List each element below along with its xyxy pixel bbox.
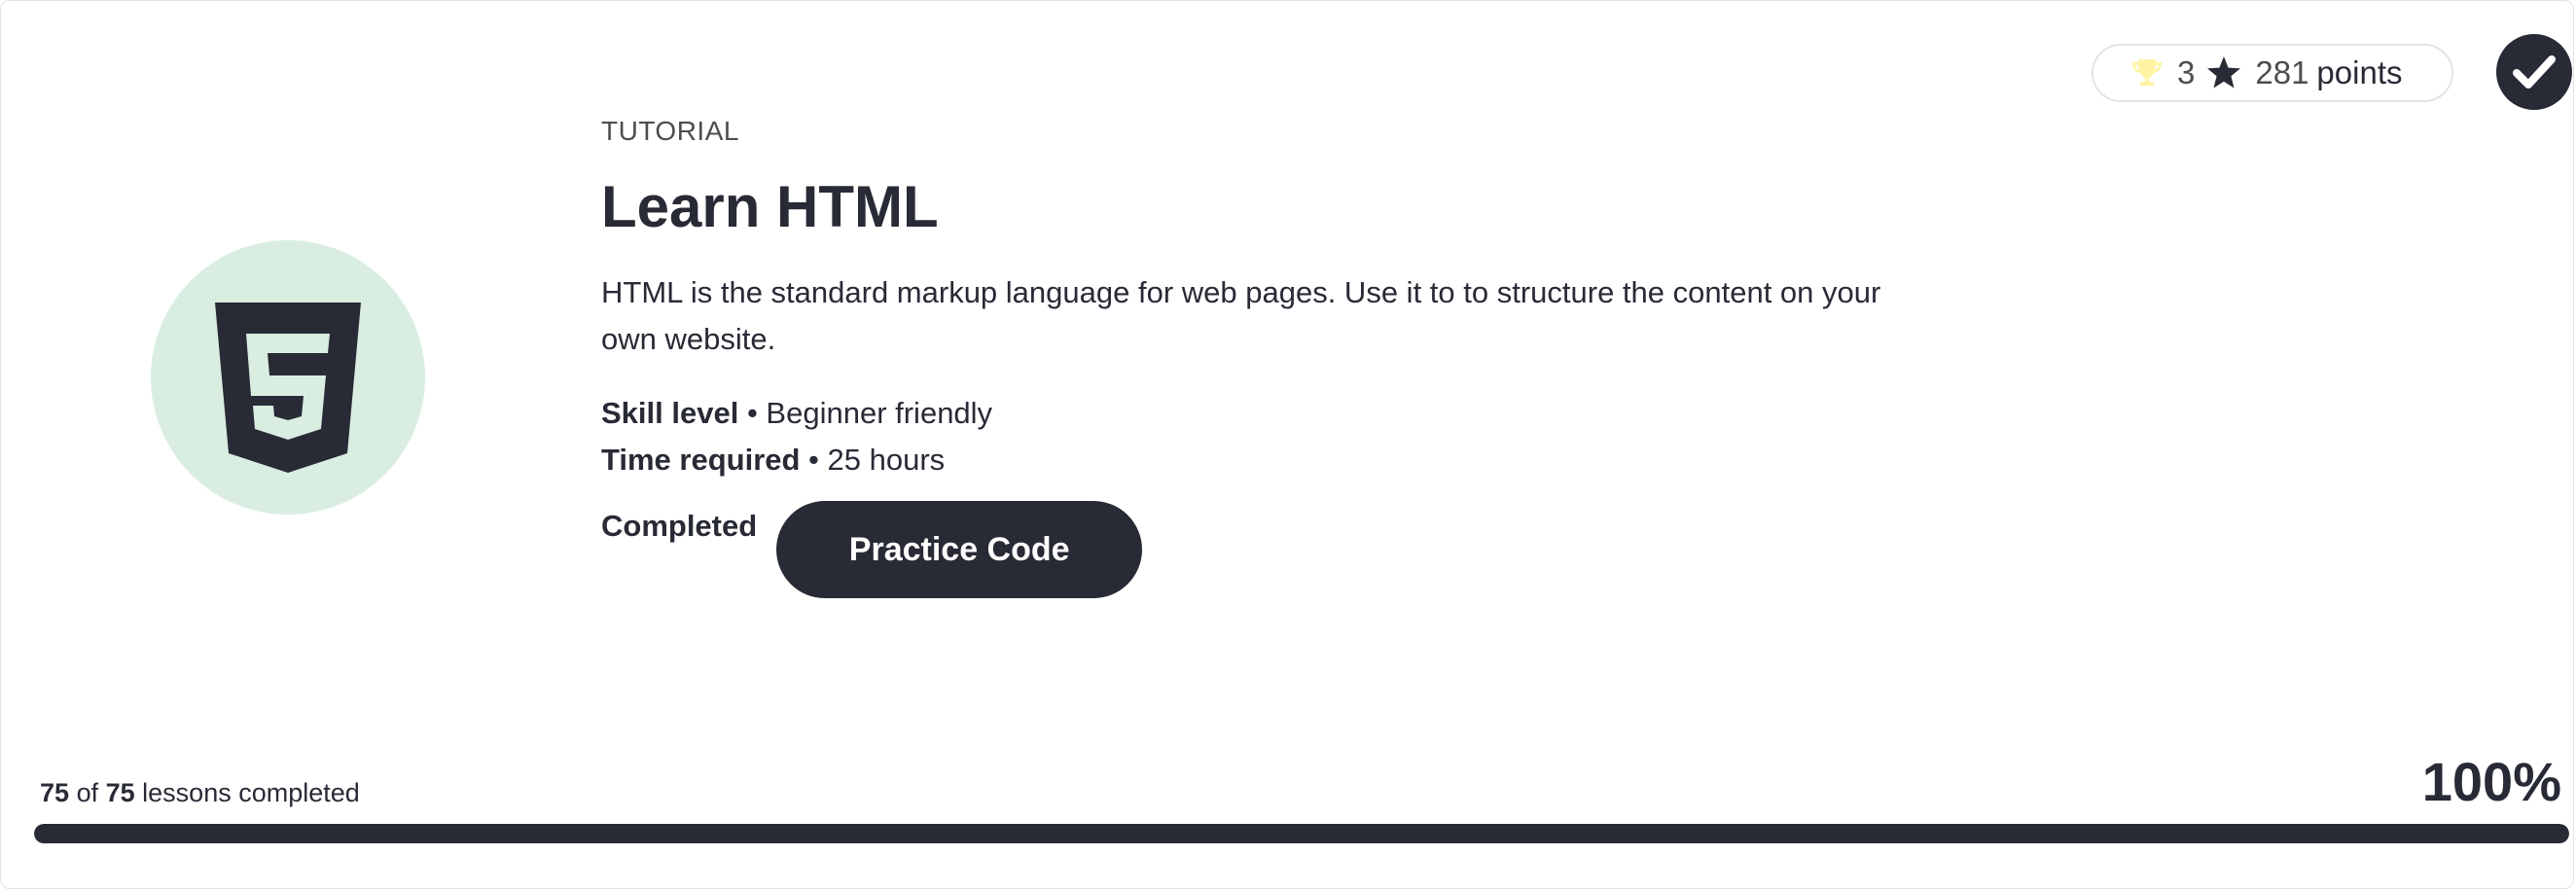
tutorial-content: TUTORIAL Learn HTML HTML is the standard… [601,112,1963,598]
progress-bar-fill [34,824,2569,843]
trophy-count: 3 [2177,54,2196,90]
time-required-label: Time required [601,443,801,477]
trophy-icon [2132,59,2162,86]
lessons-of: of [76,778,99,807]
time-required-row: Time required • 25 hours [601,437,1963,483]
check-icon [2513,55,2556,89]
lessons-progress-text: 75 of 75 lessons completed [40,773,360,812]
points-label: points [2316,54,2403,90]
practice-code-button[interactable]: Practice Code [776,501,1143,598]
tutorial-card: TUTORIAL Learn HTML HTML is the standard… [0,0,2574,889]
skill-level-label: Skill level [601,396,739,430]
star-icon [2207,56,2241,89]
time-required-value: 25 hours [827,443,946,477]
skill-level-row: Skill level • Beginner friendly [601,390,1963,437]
html5-icon [215,303,361,473]
separator: • [738,396,767,430]
lessons-total-count: 75 [105,778,135,807]
skill-level-value: Beginner friendly [766,396,993,430]
tutorial-description: HTML is the standard markup language for… [601,275,1881,356]
progress-percent: 100% [2421,751,2561,812]
tutorial-type: TUTORIAL [601,116,739,146]
lessons-completed-count: 75 [40,778,70,807]
points-badge: 3 281 points [2092,44,2453,102]
lessons-suffix: lessons completed [142,778,360,807]
tutorial-title: Learn HTML [601,174,939,239]
tutorial-meta: Skill level • Beginner friendly Time req… [601,390,1963,483]
completed-badge [2496,34,2572,110]
progress-bar [34,824,2569,843]
points-value: 281 [2255,54,2309,90]
separator: • [800,443,828,477]
completion-status: Completed [601,509,758,543]
tutorial-actions: Completed Practice Code [601,501,1963,598]
html5-logo [151,240,425,515]
